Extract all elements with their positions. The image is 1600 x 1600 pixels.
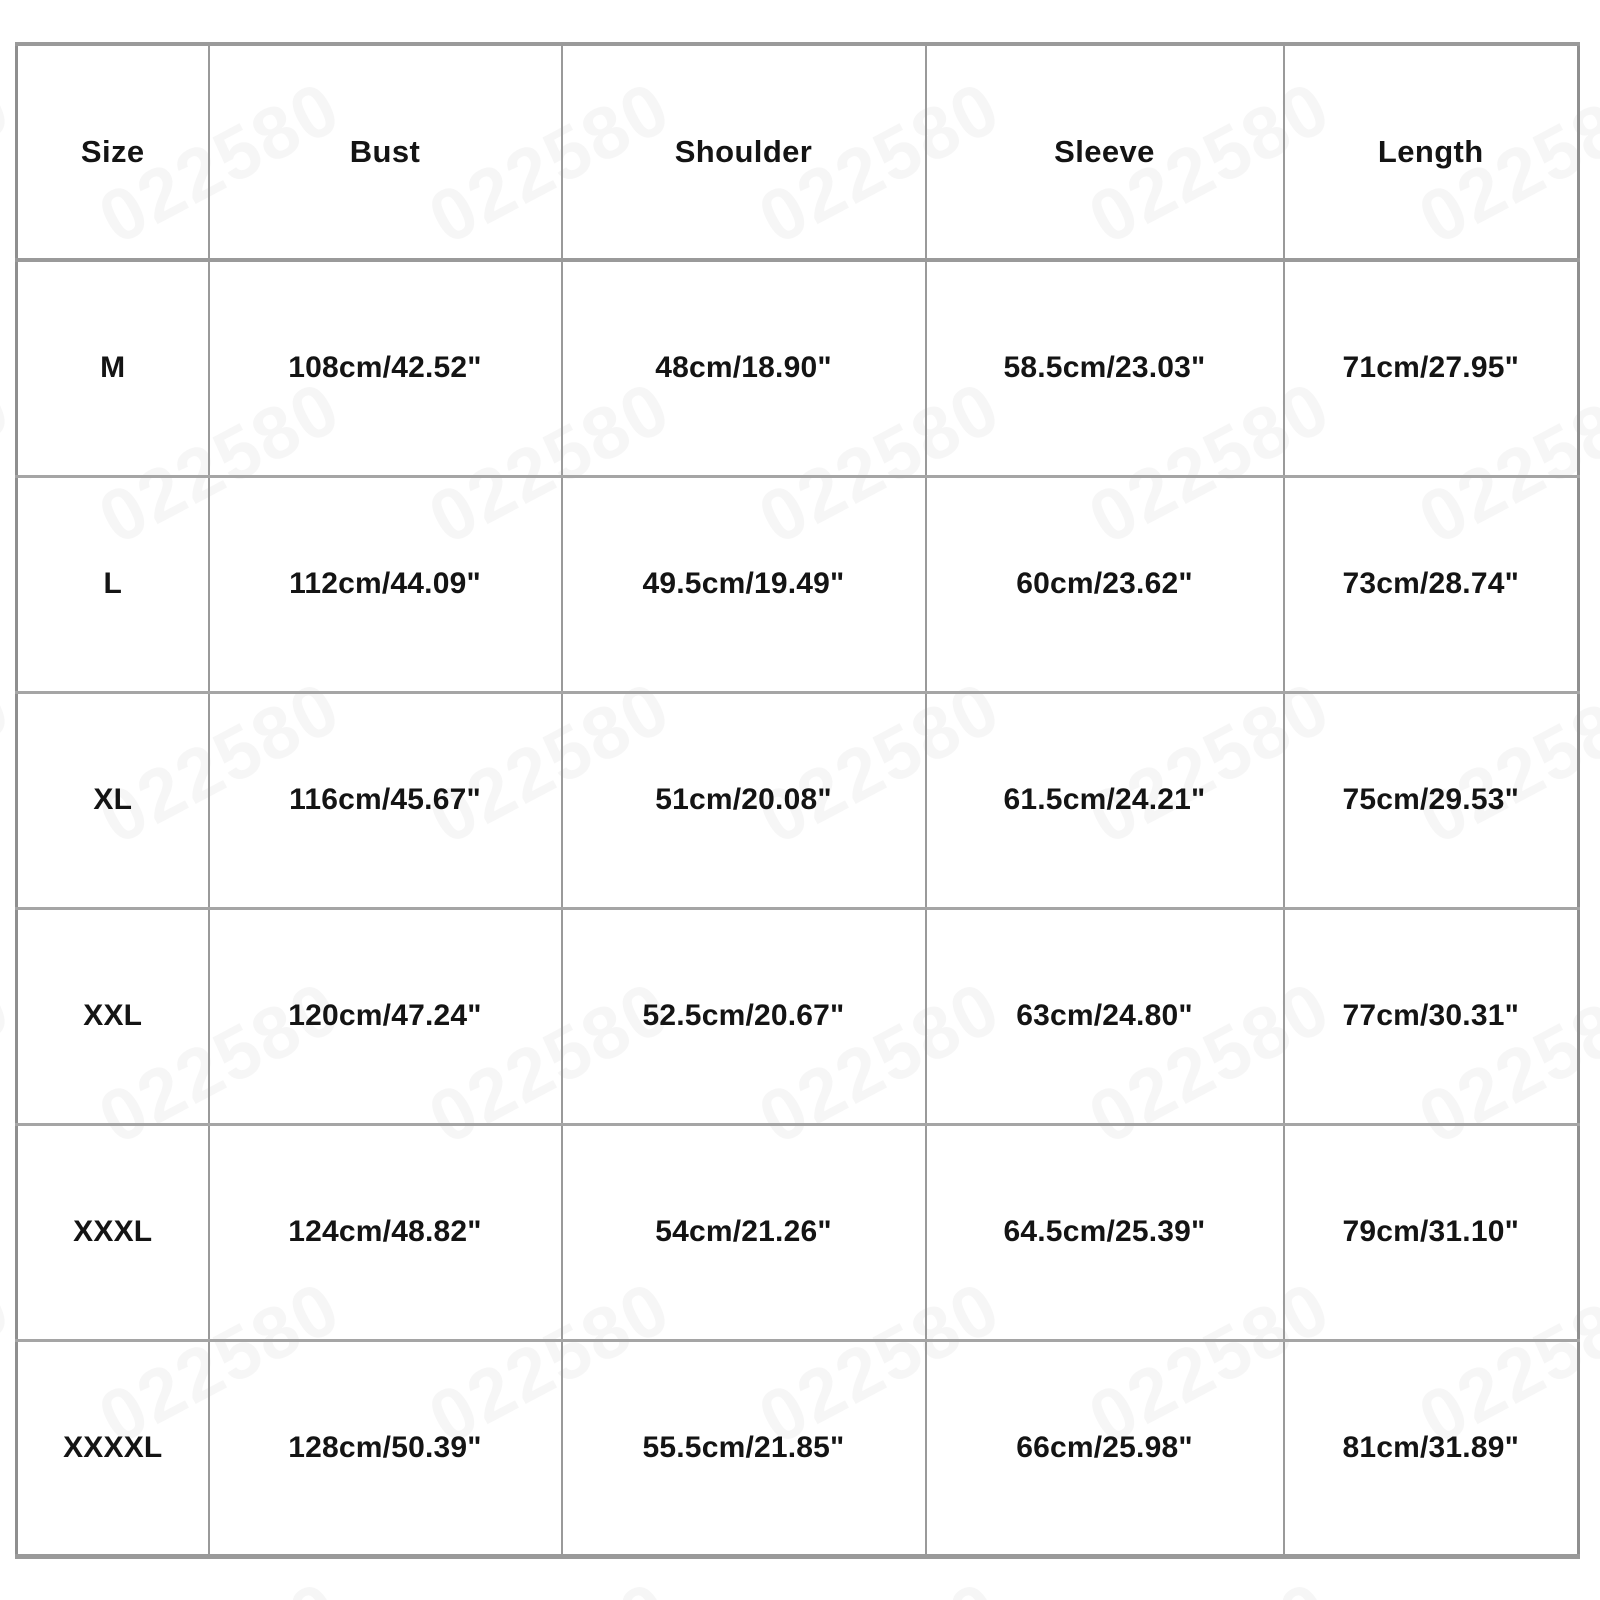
- cell-size: M: [15, 258, 210, 478]
- watermark-text: 022580: [745, 1564, 1014, 1600]
- cell-sleeve: 64.5cm/25.39": [924, 1122, 1285, 1342]
- column-header-size: Size: [15, 42, 210, 262]
- cell-size: XL: [15, 690, 210, 910]
- cell-sleeve: 60cm/23.62": [924, 474, 1285, 694]
- cell-size: L: [15, 474, 210, 694]
- cell-length: 75cm/29.53": [1282, 690, 1580, 910]
- cell-bust: 108cm/42.52": [207, 258, 563, 478]
- watermark-text: 022580: [0, 1564, 24, 1600]
- cell-length: 73cm/28.74": [1282, 474, 1580, 694]
- size-chart-table-container: Size Bust Shoulder Sleeve Length M 108cm…: [15, 42, 1580, 1559]
- cell-bust: 116cm/45.67": [207, 690, 563, 910]
- cell-shoulder: 55.5cm/21.85": [560, 1338, 927, 1559]
- cell-length: 79cm/31.10": [1282, 1122, 1580, 1342]
- cell-sleeve: 66cm/25.98": [924, 1338, 1285, 1559]
- watermark-text: 022580: [415, 1564, 684, 1600]
- cell-shoulder: 52.5cm/20.67": [560, 906, 927, 1126]
- cell-bust: 124cm/48.82": [207, 1122, 563, 1342]
- table-header: Size Bust Shoulder Sleeve Length: [15, 42, 1580, 262]
- cell-size: XXXXL: [15, 1338, 210, 1559]
- cell-length: 71cm/27.95": [1282, 258, 1580, 478]
- table-header-row: Size Bust Shoulder Sleeve Length: [15, 42, 1580, 262]
- cell-shoulder: 54cm/21.26": [560, 1122, 927, 1342]
- table-row: XL 116cm/45.67" 51cm/20.08" 61.5cm/24.21…: [15, 690, 1580, 910]
- cell-sleeve: 61.5cm/24.21": [924, 690, 1285, 910]
- table-row: L 112cm/44.09" 49.5cm/19.49" 60cm/23.62"…: [15, 474, 1580, 694]
- watermark-text: 022580: [1405, 1564, 1600, 1600]
- column-header-sleeve: Sleeve: [924, 42, 1285, 262]
- cell-bust: 120cm/47.24": [207, 906, 563, 1126]
- table-row: XXXL 124cm/48.82" 54cm/21.26" 64.5cm/25.…: [15, 1122, 1580, 1342]
- cell-sleeve: 58.5cm/23.03": [924, 258, 1285, 478]
- column-header-length: Length: [1282, 42, 1580, 262]
- cell-size: XXXL: [15, 1122, 210, 1342]
- cell-length: 81cm/31.89": [1282, 1338, 1580, 1559]
- cell-shoulder: 48cm/18.90": [560, 258, 927, 478]
- cell-shoulder: 49.5cm/19.49": [560, 474, 927, 694]
- size-chart-page: 0225800225800225800225800225800225800225…: [0, 0, 1600, 1600]
- cell-bust: 128cm/50.39": [207, 1338, 563, 1559]
- table-row: XXXXL 128cm/50.39" 55.5cm/21.85" 66cm/25…: [15, 1338, 1580, 1559]
- table-row: M 108cm/42.52" 48cm/18.90" 58.5cm/23.03"…: [15, 258, 1580, 478]
- table-body: M 108cm/42.52" 48cm/18.90" 58.5cm/23.03"…: [15, 258, 1580, 1559]
- size-chart-table: Size Bust Shoulder Sleeve Length M 108cm…: [15, 42, 1580, 1559]
- cell-bust: 112cm/44.09": [207, 474, 563, 694]
- cell-shoulder: 51cm/20.08": [560, 690, 927, 910]
- cell-size: XXL: [15, 906, 210, 1126]
- cell-length: 77cm/30.31": [1282, 906, 1580, 1126]
- cell-sleeve: 63cm/24.80": [924, 906, 1285, 1126]
- column-header-shoulder: Shoulder: [560, 42, 927, 262]
- table-row: XXL 120cm/47.24" 52.5cm/20.67" 63cm/24.8…: [15, 906, 1580, 1126]
- watermark-text: 022580: [1075, 1564, 1344, 1600]
- column-header-bust: Bust: [207, 42, 563, 262]
- watermark-text: 022580: [85, 1564, 354, 1600]
